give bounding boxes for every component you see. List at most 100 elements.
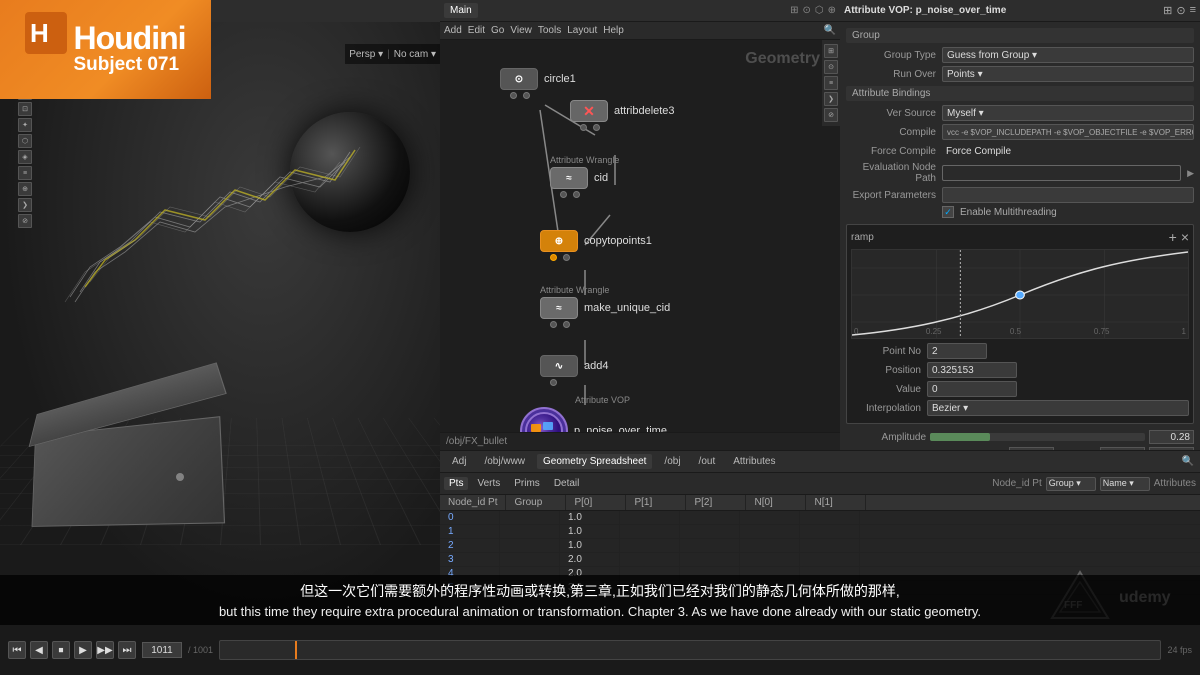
viewport-scene[interactable]: Persp ▾ | No cam ▾ [0,22,440,625]
node-attribdelete3[interactable]: ✕ attribdelete3 [570,100,675,131]
ne-toolbar-icon-2[interactable]: ⊙ [802,5,810,16]
vp-side-btn-12[interactable]: ❯ [18,198,32,212]
ver-source-value: Myself ▾ [947,108,984,119]
compile-control[interactable]: vcc -e $VOP_INCLUDEPATH -e $VOP_OBJECTFI… [942,124,1194,140]
node-editor[interactable]: Main ⊞ ⊙ ⬡ ⊕ Add Edit Go View Tools Layo… [440,0,840,450]
ne-rt-btn-5[interactable]: ⊘ [824,108,838,122]
node-name-circle1: circle1 [544,73,576,85]
ss-cell-n0-1 [740,525,800,538]
position-control[interactable]: 0.325153 [927,362,1017,378]
ne-menu-view[interactable]: View [510,25,532,36]
node-circle1[interactable]: ⊙ circle1 [500,68,576,99]
ss-tab-detail[interactable]: Detail [549,477,585,490]
ne-toolbar-icon-1[interactable]: ⊞ [790,5,798,16]
attr-panel-icon-2[interactable]: ⊙ [1176,4,1185,17]
attr-panel-icon-3[interactable]: ≡ [1190,4,1196,17]
ne-menu-layout[interactable]: Layout [567,25,597,36]
btm-tab-attributes[interactable]: Attributes [727,454,781,469]
export-params-label: Export Parameters [846,190,936,201]
ss-tab-pts[interactable]: Pts [444,477,468,490]
pb-next-btn[interactable]: ▶▶ [96,641,114,659]
ne-toolbar-icon-3[interactable]: ⬡ [815,5,824,16]
ss-tab-verts[interactable]: Verts [472,477,505,490]
frame-input[interactable]: 1011 [142,642,182,658]
amplitude-slider[interactable] [930,433,1145,441]
ne-rt-btn-4[interactable]: ❯ [824,92,838,106]
pb-end-btn[interactable]: ⏭ [118,641,136,659]
btm-tab-obj2[interactable]: /obj [658,454,686,469]
ramp-add-btn[interactable]: + [1169,229,1177,245]
ne-toolbar-icon-4[interactable]: ⊕ [828,5,836,16]
ne-menu-tools[interactable]: Tools [538,25,561,36]
node-cid-wrangle[interactable]: Attribute Wrangle ≈ cid [550,155,619,198]
ss-cell-grp-0 [500,511,560,524]
vp-side-btn-9[interactable]: ◈ [18,150,32,164]
pb-play-btn[interactable]: ▶ [74,641,92,659]
viewport-options-bar[interactable]: Persp ▾ | No cam ▾ [345,44,440,64]
cam-label[interactable]: No cam ▾ [394,49,436,60]
eval-node-browse-icon[interactable]: ▶ [1187,168,1194,179]
enable-mt-checkbox[interactable]: ✓ [942,206,954,218]
pb-stop-btn[interactable]: ⏹ [52,641,70,659]
persp-label[interactable]: Persp ▾ [349,49,383,60]
compile-value: vcc -e $VOP_INCLUDEPATH -e $VOP_OBJECTFI… [947,128,1194,137]
amplitude-value-box[interactable]: 0.28 [1149,430,1194,444]
node-canvas[interactable]: Geometry ⊙ circle1 [440,40,840,450]
ramp-minus-btn[interactable]: × [1181,229,1189,245]
vp-side-btn-11[interactable]: ⊕ [18,182,32,196]
ss-tab-prims[interactable]: Prims [509,477,545,490]
ne-rt-btn-3[interactable]: ≡ [824,76,838,90]
value-control[interactable]: 0 [927,381,1017,397]
btm-tab-adj[interactable]: Adj [446,454,472,469]
node-make-unique-cid[interactable]: Attribute Wrangle ≈ make_unique_cid [540,285,670,328]
node-add4[interactable]: ∿ add4 [540,355,608,386]
point-no-control[interactable]: 2 [927,343,987,359]
force-compile-btn[interactable]: Force Compile [946,146,1011,157]
ver-source-control[interactable]: Myself ▾ [942,105,1194,121]
ne-menu-add[interactable]: Add [444,25,462,36]
vp-side-btn-10[interactable]: ≡ [18,166,32,180]
ss-cell-p1-1 [620,525,680,538]
eval-node-control[interactable] [942,165,1181,181]
ss-col-p1: P[1] [626,495,686,510]
attr-panel-icon-1[interactable]: ⊞ [1163,4,1172,17]
node-copytopoints1[interactable]: ⊕ copytopoints1 [540,230,652,261]
ne-menu-edit[interactable]: Edit [468,25,485,36]
ramp-graph[interactable]: 0 0.25 0.5 0.75 1 [851,249,1189,339]
force-compile-label: Force Compile [846,146,936,157]
run-over-control[interactable]: Points ▾ [942,66,1194,82]
connector-makeunique-flag [563,321,570,328]
btm-tab-spreadsheet[interactable]: Geometry Spreadsheet [537,454,652,469]
interp-control[interactable]: Bezier ▾ [927,400,1189,416]
pb-start-btn[interactable]: ⏮ [8,641,26,659]
node-name-add4: add4 [584,360,608,372]
houdini-logo-icon: H [25,12,67,54]
timeline[interactable] [219,640,1161,660]
vp-side-btn-7[interactable]: ✦ [18,118,32,132]
ss-name-dropdown[interactable]: Name ▾ [1100,477,1150,491]
ne-tab-main[interactable]: Main [444,3,478,18]
export-params-control[interactable] [942,187,1194,203]
group-type-control[interactable]: Guess from Group ▾ [942,47,1194,63]
vp-side-btn-8[interactable]: ⬡ [18,134,32,148]
bottom-panel-search-icon[interactable]: 🔍 [1182,456,1194,467]
vp-side-btn-13[interactable]: ⊘ [18,214,32,228]
btm-tab-obj[interactable]: /obj/www [478,454,531,469]
value-row: Value 0 [851,381,1189,397]
logo-subject-text: Subject 071 [73,54,185,77]
vp-side-btn-6[interactable]: ⊡ [18,102,32,116]
ne-rt-btn-1[interactable]: ⊞ [824,44,838,58]
pb-prev-btn[interactable]: ◀ [30,641,48,659]
ss-group-dropdown[interactable]: Group ▾ [1046,477,1096,491]
ne-rt-btn-2[interactable]: ⊙ [824,60,838,74]
table-row: 2 1.0 [440,539,1200,553]
ne-search-icon[interactable]: 🔍 [824,25,836,36]
interp-row: Interpolation Bezier ▾ [851,400,1189,416]
frame-number: 1011 [151,645,173,656]
ne-menu-go[interactable]: Go [491,25,504,36]
btm-tab-out[interactable]: /out [693,454,722,469]
force-compile-control[interactable]: Force Compile [942,143,1194,159]
amplitude-value: 0.28 [1171,432,1190,443]
ne-menu-help[interactable]: Help [603,25,624,36]
ss-cell-id-0: 0 [440,511,500,524]
